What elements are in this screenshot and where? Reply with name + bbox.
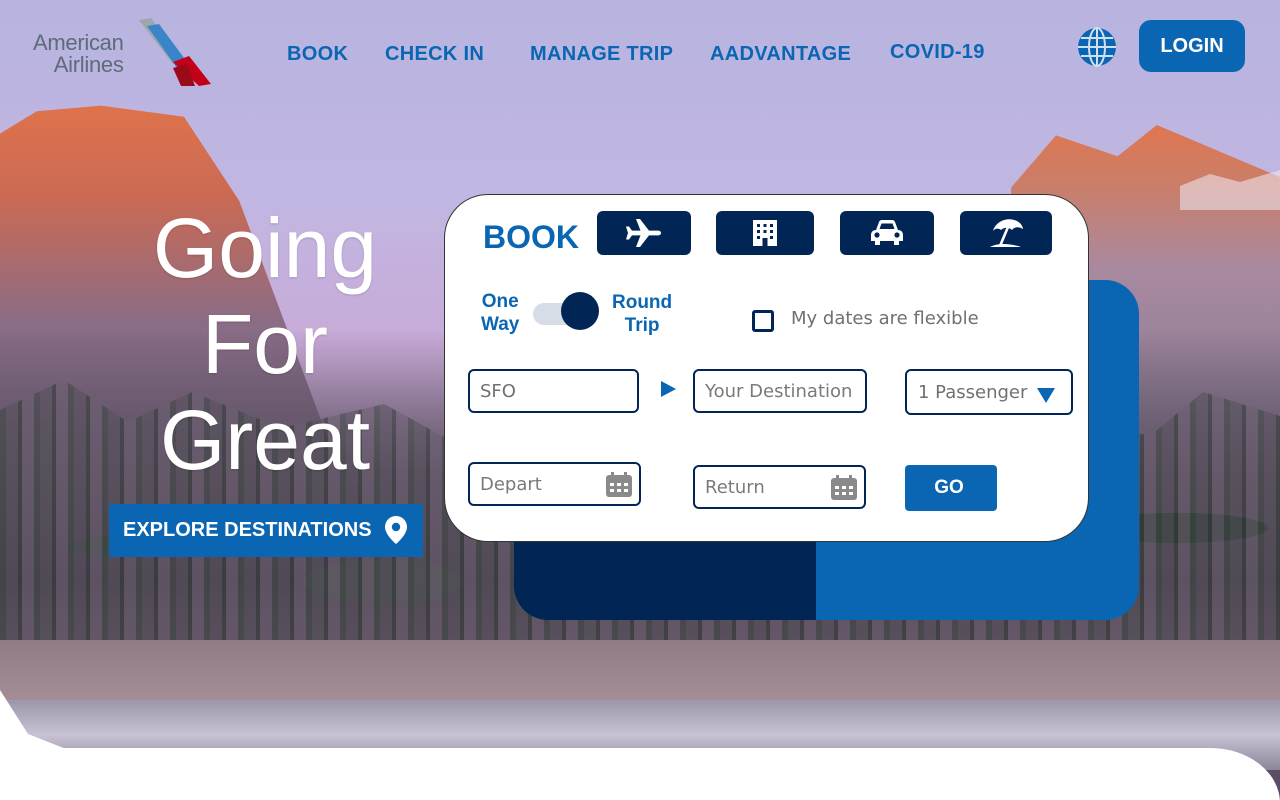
calendar-icon[interactable] (830, 475, 858, 501)
destination-field (693, 369, 867, 413)
round-trip-line-2: Trip (624, 315, 660, 336)
page-wave-bottom (0, 748, 1280, 800)
passenger-select[interactable]: 1 Passenger (905, 369, 1073, 415)
airplane-icon (626, 219, 661, 247)
booking-title: BOOK (483, 219, 579, 255)
booking-card: BOOK One Way Round Trip My dates are fle… (444, 194, 1089, 542)
return-field (693, 465, 866, 509)
route-arrow-icon (661, 381, 676, 397)
one-way-label[interactable]: One Way (481, 290, 519, 336)
nav-check-in[interactable]: CHECK IN (385, 43, 484, 66)
login-button[interactable]: LOGIN (1139, 20, 1245, 72)
nav-aadvantage[interactable]: AADVANTAGE (710, 43, 851, 66)
explore-destinations-button[interactable]: EXPLORE DESTINATIONS (109, 504, 423, 557)
round-trip-label[interactable]: Round Trip (612, 291, 672, 337)
logo-wordmark: American Airlines (33, 32, 124, 76)
nav-book[interactable]: BOOK (287, 43, 348, 66)
flexible-dates-checkbox[interactable] (752, 310, 774, 332)
chevron-down-icon (1037, 388, 1055, 403)
flight-symbol-icon (139, 18, 211, 86)
car-icon (871, 220, 903, 245)
tab-cars[interactable] (840, 211, 934, 255)
hero-line-2: For (202, 297, 328, 391)
tab-hotels[interactable] (716, 211, 814, 255)
passenger-value: 1 Passenger (918, 381, 1028, 403)
logo-line-2: Airlines (53, 52, 124, 77)
one-way-line-1: One (481, 291, 519, 312)
flexible-dates-label: My dates are flexible (791, 308, 979, 329)
toggle-knob (561, 292, 599, 330)
hero-line-1: Going (152, 201, 378, 295)
tab-vacations[interactable] (960, 211, 1052, 255)
location-pin-icon (385, 516, 407, 544)
hotel-icon (753, 220, 777, 246)
depart-field (468, 462, 641, 506)
round-trip-line-1: Round (612, 292, 673, 313)
nav-manage-trip[interactable]: MANAGE TRIP (530, 43, 673, 66)
calendar-icon[interactable] (605, 472, 633, 498)
tab-flights[interactable] (597, 211, 691, 255)
beach-umbrella-icon (990, 219, 1023, 247)
search-go-button[interactable]: GO (905, 465, 997, 511)
globe-icon[interactable] (1076, 26, 1118, 68)
origin-field (468, 369, 639, 413)
origin-input[interactable] (470, 371, 637, 411)
explore-label: EXPLORE DESTINATIONS (123, 519, 372, 541)
one-way-line-2: Way (481, 314, 520, 335)
american-airlines-logo[interactable]: American Airlines (33, 18, 213, 90)
trip-type-toggle[interactable] (533, 292, 599, 330)
hero-line-3: Great (159, 393, 371, 487)
nav-covid-19[interactable]: COVID-19 (890, 41, 985, 64)
destination-input[interactable] (695, 371, 865, 411)
hero-headline: Going For Great (120, 200, 410, 488)
